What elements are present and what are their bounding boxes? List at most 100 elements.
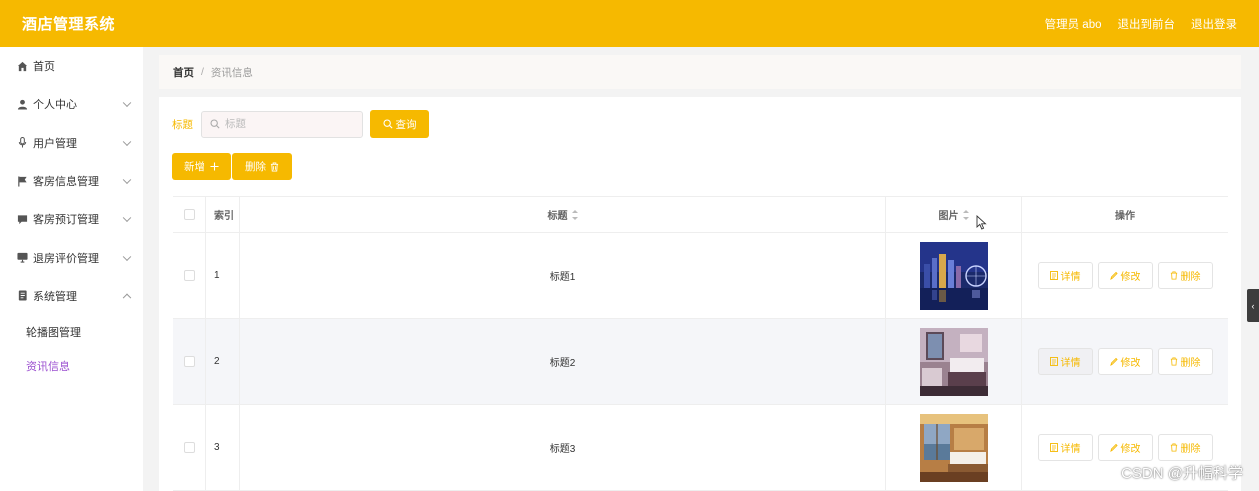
detail-button[interactable]: 详情 (1037, 434, 1093, 461)
user-icon (16, 98, 28, 110)
header-actions: 管理员 abo 退出到前台 退出登录 (1045, 16, 1237, 32)
chevron-left-icon: ‹ (1251, 300, 1255, 311)
header-image-cell: 图片 (886, 197, 1022, 232)
home-icon (16, 60, 28, 72)
trash-icon (1170, 443, 1177, 452)
row-index: 2 (206, 319, 240, 404)
breadcrumb-home[interactable]: 首页 (173, 65, 194, 80)
sidebar-item-checkout-review[interactable]: 退房评价管理 (0, 238, 143, 276)
breadcrumb-separator: / (201, 66, 204, 78)
search-icon (210, 119, 220, 129)
delete-button[interactable]: 删除 (1157, 262, 1213, 289)
sidebar-item-system-management[interactable]: 系统管理 (0, 277, 143, 315)
query-button-label: 查询 (395, 118, 417, 131)
detail-label: 详情 (1060, 444, 1081, 455)
header-operations: 操作 (1115, 211, 1135, 222)
search-bar: 标题 查询 (172, 110, 429, 138)
row-checkbox[interactable] (183, 270, 195, 281)
detail-button[interactable]: 详情 (1037, 348, 1093, 375)
edit-icon (1109, 357, 1118, 366)
sidebar-item-label: 系统管理 (33, 290, 77, 303)
table-row: 3 标题3 详情 修改 删除 (173, 405, 1228, 491)
row-operations: 详情 修改 删除 (1022, 233, 1228, 318)
header-checkbox-cell (173, 197, 206, 232)
search-input-wrapper (201, 110, 363, 138)
chevron-down-icon (122, 213, 132, 223)
exit-to-front-link[interactable]: 退出到前台 (1118, 16, 1176, 32)
edit-button[interactable]: 修改 (1097, 348, 1153, 375)
action-bar: 新增 删除 (172, 153, 292, 180)
sidebar-item-home[interactable]: 首页 (0, 47, 143, 85)
select-all-checkbox[interactable] (183, 209, 195, 220)
row-title: 标题3 (240, 405, 886, 490)
edit-icon (1109, 443, 1118, 452)
plus-icon (210, 162, 219, 171)
detail-label: 详情 (1060, 272, 1081, 283)
delete-label: 删除 (1180, 272, 1201, 283)
table-row: 2 标题2 详情 修改 删除 (173, 319, 1228, 405)
sidebar-item-label: 用户管理 (33, 137, 77, 150)
hotel-room-view-photo[interactable] (919, 413, 988, 482)
row-operations: 详情 修改 删除 (1022, 319, 1228, 404)
sidebar: 首页 个人中心 用户管理 客房信息管理 客房预订管理 退房评价管理 系统管理 轮… (0, 47, 143, 491)
row-checkbox[interactable] (183, 356, 195, 367)
side-panel-toggle[interactable]: ‹ (1247, 289, 1259, 322)
header-title-cell: 标题 (240, 197, 886, 232)
data-table: 索引 标题 图片 操作 1 标题1 详情 修改 删除 2 标题2 详情 修改 删… (173, 196, 1228, 491)
detail-button[interactable]: 详情 (1037, 262, 1093, 289)
delete-button[interactable]: 删除 (1157, 434, 1213, 461)
hotel-room-photo[interactable] (919, 327, 988, 396)
row-image-cell (886, 319, 1022, 404)
top-header: 酒店管理系统 管理员 abo 退出到前台 退出登录 (0, 0, 1259, 47)
sidebar-subitem-label: 轮播图管理 (26, 327, 81, 340)
row-checkbox-cell (173, 233, 206, 318)
trash-icon (1170, 271, 1177, 280)
sidebar-item-label: 退房评价管理 (33, 252, 99, 265)
edit-button[interactable]: 修改 (1097, 434, 1153, 461)
monitor-icon (16, 252, 28, 264)
search-input[interactable] (225, 118, 355, 130)
sidebar-item-personal-center[interactable]: 个人中心 (0, 85, 143, 123)
add-button[interactable]: 新增 (172, 153, 231, 180)
row-index: 3 (206, 405, 240, 490)
sort-icon[interactable] (571, 209, 578, 220)
sidebar-subitem-carousel[interactable]: 轮播图管理 (0, 315, 143, 349)
breadcrumb-current: 资讯信息 (210, 66, 253, 79)
batch-delete-label: 删除 (245, 161, 266, 173)
sidebar-item-label: 客房信息管理 (33, 176, 99, 189)
city-night-skyline-photo[interactable] (919, 241, 988, 310)
row-image-cell (886, 405, 1022, 490)
chevron-down-icon (122, 98, 132, 108)
batch-delete-button[interactable]: 删除 (232, 153, 292, 180)
header-title: 标题 (547, 211, 568, 222)
search-icon (382, 119, 393, 129)
chevron-down-icon (122, 137, 132, 146)
sidebar-subitem-news[interactable]: 资讯信息 (0, 349, 143, 383)
breadcrumb: 首页 / 资讯信息 (159, 55, 1241, 89)
sort-icon[interactable] (962, 209, 969, 220)
search-label: 标题 (172, 118, 193, 131)
admin-label: 管理员 abo (1044, 18, 1102, 31)
delete-button[interactable]: 删除 (1157, 348, 1213, 375)
sidebar-item-label: 客房预订管理 (33, 214, 99, 227)
trash-icon (270, 162, 279, 171)
edit-button[interactable]: 修改 (1097, 262, 1153, 289)
row-title: 标题1 (240, 233, 886, 318)
chevron-up-icon (122, 293, 132, 302)
main-content: 首页 / 资讯信息 标题 查询 新增 删除 (159, 55, 1241, 491)
microphone-icon (16, 137, 28, 149)
chevron-down-icon (122, 175, 132, 185)
row-image-cell (886, 233, 1022, 318)
delete-label: 删除 (1180, 444, 1201, 455)
sidebar-item-room-info[interactable]: 客房信息管理 (0, 162, 143, 200)
document-icon (1049, 271, 1058, 280)
row-checkbox-cell (173, 319, 206, 404)
row-title: 标题2 (240, 319, 886, 404)
sidebar-item-room-booking[interactable]: 客房预订管理 (0, 200, 143, 238)
sidebar-item-user-management[interactable]: 用户管理 (0, 124, 143, 162)
query-button[interactable]: 查询 (370, 110, 429, 138)
document-icon (1049, 357, 1058, 366)
row-checkbox[interactable] (183, 442, 195, 453)
logout-link[interactable]: 退出登录 (1191, 16, 1237, 32)
sidebar-item-label: 首页 (33, 61, 55, 74)
